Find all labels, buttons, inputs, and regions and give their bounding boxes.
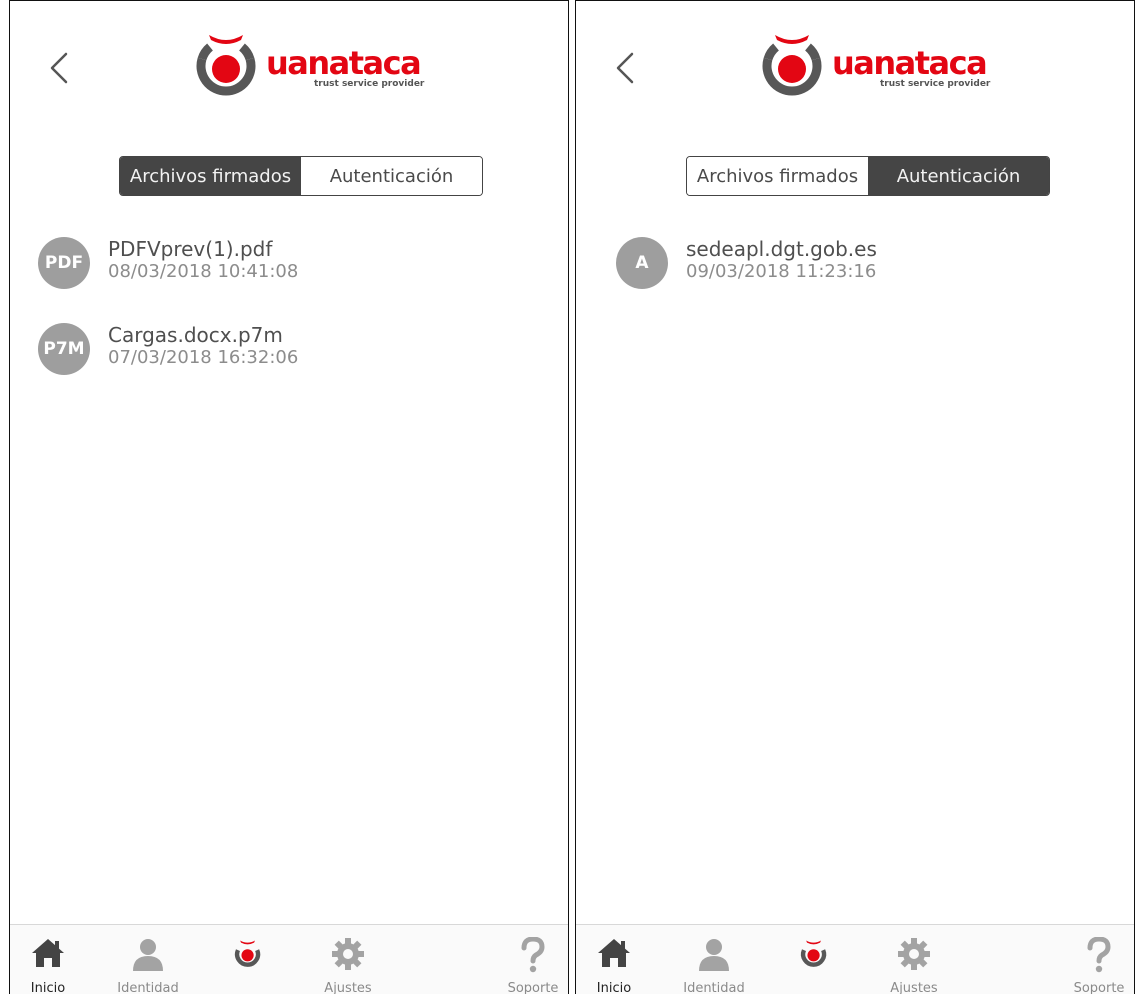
tab-ajustes[interactable]: Ajustes xyxy=(869,925,959,994)
auth-type-badge: A xyxy=(616,237,668,289)
list-item[interactable]: P7M Cargas.docx.p7m 07/03/2018 16:32:06 xyxy=(38,323,558,409)
screen-autenticacion: uanataca trust service provider Archivos… xyxy=(575,0,1135,994)
uanataca-logo-icon xyxy=(234,940,261,967)
home-icon xyxy=(32,939,64,967)
segment-autenticacion[interactable]: Autenticación xyxy=(301,157,482,195)
tab-identidad[interactable]: Identidad xyxy=(103,925,193,994)
screen-archivos-firmados: uanataca trust service provider Archivos… xyxy=(9,0,569,994)
file-type-badge: PDF xyxy=(38,237,90,289)
tab-home-logo[interactable] xyxy=(203,925,293,994)
tab-soporte[interactable]: Soporte xyxy=(488,925,568,994)
list-item[interactable]: A sedeapl.dgt.gob.es 09/03/2018 11:23:16 xyxy=(616,237,1134,323)
gear-icon xyxy=(898,938,930,970)
item-date: 09/03/2018 11:23:16 xyxy=(686,261,877,282)
logo-tagline: trust service provider xyxy=(880,79,991,89)
tab-label: Ajustes xyxy=(890,981,938,994)
tab-label: Ajustes xyxy=(324,981,372,994)
tab-soporte[interactable]: Soporte xyxy=(1054,925,1134,994)
uanataca-logo: uanataca trust service provider xyxy=(188,29,424,103)
list-item[interactable]: PDF PDFVprev(1).pdf 08/03/2018 10:41:08 xyxy=(38,237,558,323)
uanataca-logo-icon xyxy=(762,35,822,96)
item-date: 07/03/2018 16:32:06 xyxy=(108,347,299,368)
segment-autenticacion[interactable]: Autenticación xyxy=(868,157,1049,195)
authentications-list: A sedeapl.dgt.gob.es 09/03/2018 11:23:16 xyxy=(616,237,1134,323)
chevron-left-icon xyxy=(50,52,68,84)
tab-label: Inicio xyxy=(30,981,66,994)
file-type-badge: P7M xyxy=(38,323,90,375)
segmented-control: Archivos firmados Autenticación xyxy=(119,156,483,196)
tab-label: Soporte xyxy=(507,981,559,994)
item-title: Cargas.docx.p7m xyxy=(108,323,283,347)
logo-tagline: trust service provider xyxy=(314,79,425,89)
tab-label: Inicio xyxy=(596,981,632,994)
item-title: PDFVprev(1).pdf xyxy=(108,237,273,261)
segmented-control: Archivos firmados Autenticación xyxy=(686,156,1050,196)
uanataca-logo: uanataca trust service provider xyxy=(754,29,990,103)
gear-icon xyxy=(332,938,364,970)
home-icon xyxy=(598,939,630,967)
uanataca-logo-icon xyxy=(196,35,256,96)
tab-ajustes[interactable]: Ajustes xyxy=(303,925,393,994)
tab-label: Identidad xyxy=(683,981,745,994)
logo-wordmark: uanataca xyxy=(832,44,988,82)
person-icon xyxy=(699,939,729,971)
item-title: sedeapl.dgt.gob.es xyxy=(686,237,877,261)
back-button[interactable] xyxy=(612,51,640,85)
tab-bar: Inicio Identidad Ajustes Soporte xyxy=(576,924,1134,994)
signed-files-list: PDF PDFVprev(1).pdf 08/03/2018 10:41:08 … xyxy=(38,237,558,409)
tab-home-logo[interactable] xyxy=(769,925,859,994)
uanataca-logo-icon xyxy=(800,940,827,967)
tab-inicio[interactable]: Inicio xyxy=(576,925,659,994)
logo-wordmark: uanataca xyxy=(266,44,422,82)
question-icon xyxy=(521,937,545,973)
tab-identidad[interactable]: Identidad xyxy=(669,925,759,994)
tab-bar: Inicio Identidad Ajustes Soporte xyxy=(10,924,568,994)
tab-label: Identidad xyxy=(117,981,179,994)
person-icon xyxy=(133,939,163,971)
segment-archivos-firmados[interactable]: Archivos firmados xyxy=(120,157,301,195)
question-icon xyxy=(1087,937,1111,973)
tab-label: Soporte xyxy=(1073,981,1125,994)
back-button[interactable] xyxy=(46,51,74,85)
segment-archivos-firmados[interactable]: Archivos firmados xyxy=(687,157,868,195)
chevron-left-icon xyxy=(616,52,634,84)
tab-inicio[interactable]: Inicio xyxy=(10,925,93,994)
item-date: 08/03/2018 10:41:08 xyxy=(108,261,299,282)
